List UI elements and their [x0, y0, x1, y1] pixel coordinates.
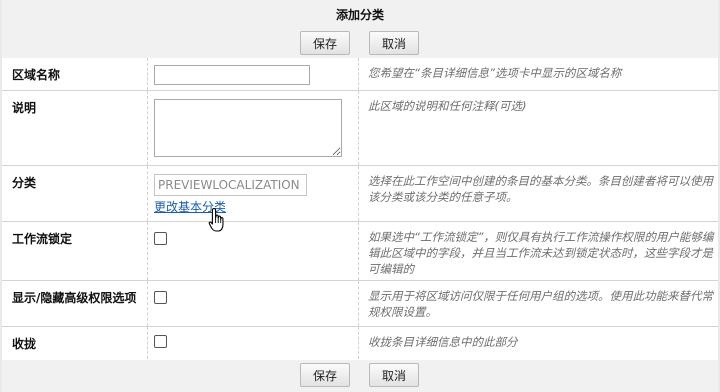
column-divider	[358, 166, 359, 221]
column-divider	[358, 91, 359, 165]
top-button-bar: 保存 取消	[2, 28, 718, 58]
explanation-description: 此区域的说明和任何注释(可选)	[368, 99, 527, 113]
explanation-textarea[interactable]	[154, 99, 342, 157]
category-label: 分类	[12, 176, 37, 190]
add-category-dialog: 添加分类 保存 取消 区域名称 您希望在“条目详细信息”选项卡中显示的区域名称 …	[2, 0, 718, 392]
cancel-button-top[interactable]: 取消	[369, 31, 419, 55]
row-explanation: 说明 此区域的说明和任何注释(可选)	[2, 91, 718, 166]
column-divider	[147, 222, 148, 280]
workflow-lock-checkbox[interactable]	[154, 232, 167, 245]
row-advanced-permissions: 显示/隐藏高级权限选项 显示用于将区域访问仅限于任何用户组的选项。使用此功能来替…	[2, 281, 718, 327]
save-button-top[interactable]: 保存	[300, 31, 350, 55]
column-divider	[358, 222, 359, 280]
dialog-title: 添加分类	[2, 0, 718, 28]
advanced-permissions-label: 显示/隐藏高级权限选项	[12, 291, 137, 305]
area-name-label: 区域名称	[12, 68, 61, 82]
cancel-button-bottom[interactable]: 取消	[369, 363, 419, 387]
hand-cursor-icon	[208, 207, 224, 232]
column-divider	[358, 281, 359, 326]
column-divider	[147, 166, 148, 221]
column-divider	[147, 327, 148, 359]
collapse-description: 收拢条目详细信息中的此部分	[368, 335, 518, 349]
workflow-lock-description: 如果选中“工作流锁定”，则仅具有执行工作流操作权限的用户能够编辑此区域中的字段，…	[368, 230, 714, 276]
row-area-name: 区域名称 您希望在“条目详细信息”选项卡中显示的区域名称	[2, 58, 718, 91]
row-category: 分类 PREVIEWLOCALIZATION 更改基本分类 选择在此工作空间中创…	[2, 166, 718, 222]
save-button-bottom[interactable]: 保存	[300, 363, 350, 387]
column-divider	[147, 281, 148, 326]
column-divider	[358, 58, 359, 90]
row-collapse: 收拢 收拢条目详细信息中的此部分	[2, 327, 718, 359]
advanced-permissions-description: 显示用于将区域访问仅限于任何用户组的选项。使用此功能来替代常规权限设置。	[368, 289, 713, 319]
column-divider	[358, 327, 359, 359]
bottom-button-bar: 保存 取消	[2, 360, 718, 392]
area-name-input[interactable]	[154, 65, 310, 85]
collapse-checkbox[interactable]	[154, 335, 167, 348]
category-description: 选择在此工作空间中创建的条目的基本分类。条目创建者将可以使用该分类或该分类的任意…	[368, 174, 713, 204]
workflow-lock-label: 工作流锁定	[12, 232, 73, 246]
area-name-description: 您希望在“条目详细信息”选项卡中显示的区域名称	[368, 66, 622, 80]
row-workflow-lock: 工作流锁定 如果选中“工作流锁定”，则仅具有执行工作流操作权限的用户能够编辑此区…	[2, 222, 718, 281]
explanation-label: 说明	[12, 101, 37, 115]
collapse-label: 收拢	[12, 337, 37, 351]
advanced-permissions-checkbox[interactable]	[154, 291, 167, 304]
column-divider	[147, 91, 148, 165]
column-divider	[147, 58, 148, 90]
category-field: PREVIEWLOCALIZATION	[154, 174, 307, 196]
